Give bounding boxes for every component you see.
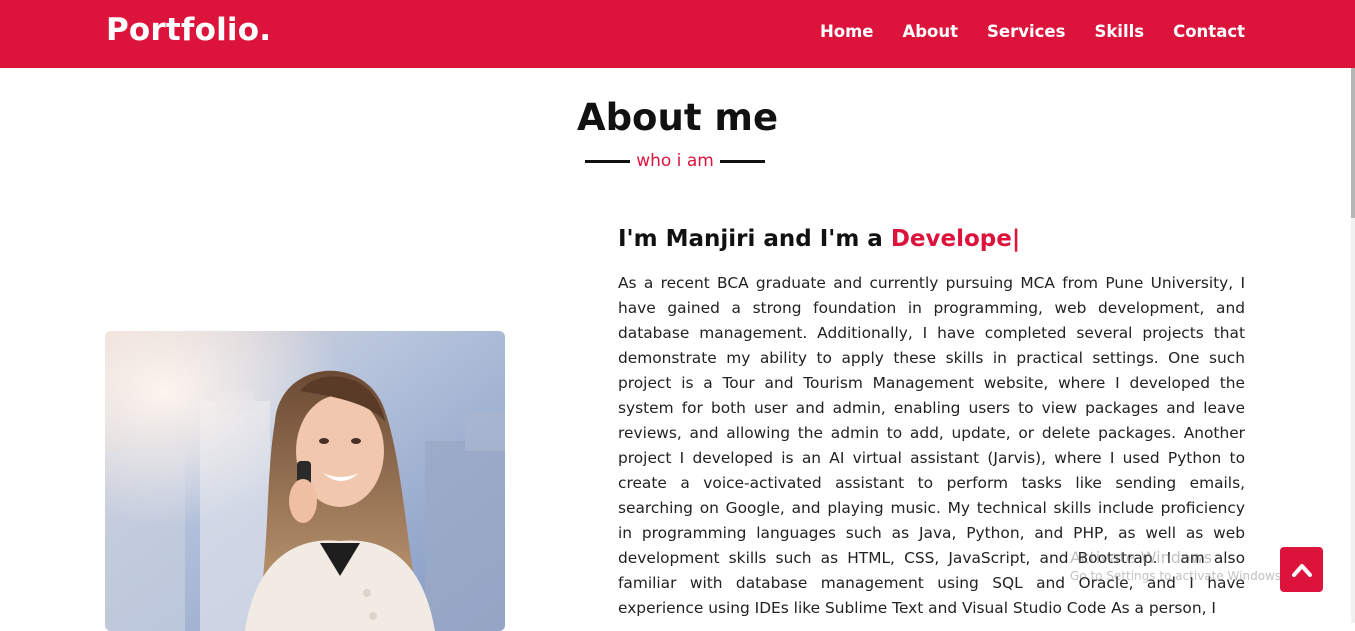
subtitle-divider-left [585, 159, 630, 163]
scrollbar-thumb[interactable] [1351, 68, 1355, 218]
chevron-up-icon [1291, 563, 1312, 577]
site-logo[interactable]: Portfolio. [106, 12, 271, 48]
bio-paragraph: As a recent BCA graduate and currently p… [618, 274, 1245, 617]
nav-link-home[interactable]: Home [820, 22, 874, 41]
scroll-to-top-button[interactable] [1280, 547, 1323, 592]
subtitle-divider-right [720, 159, 765, 163]
nav-menu: Home About Services Skills Contact [820, 22, 1245, 41]
section-subtitle: who i am [636, 151, 714, 171]
nav-link-about[interactable]: About [902, 22, 958, 41]
nav-link-contact[interactable]: Contact [1173, 22, 1245, 41]
intro-heading: I'm Manjiri and I'm a Develope| [618, 226, 1020, 252]
section-title: About me [576, 96, 779, 139]
navbar: Portfolio. Home About Services Skills Co… [0, 0, 1355, 68]
intro-prefix: I'm Manjiri and I'm a [618, 226, 891, 252]
typed-role-text: Develope| [890, 226, 1021, 252]
nav-link-skills[interactable]: Skills [1094, 22, 1144, 41]
section-subtitle-row: who i am [585, 149, 765, 173]
profile-photo [105, 331, 505, 631]
nav-link-services[interactable]: Services [987, 22, 1065, 41]
